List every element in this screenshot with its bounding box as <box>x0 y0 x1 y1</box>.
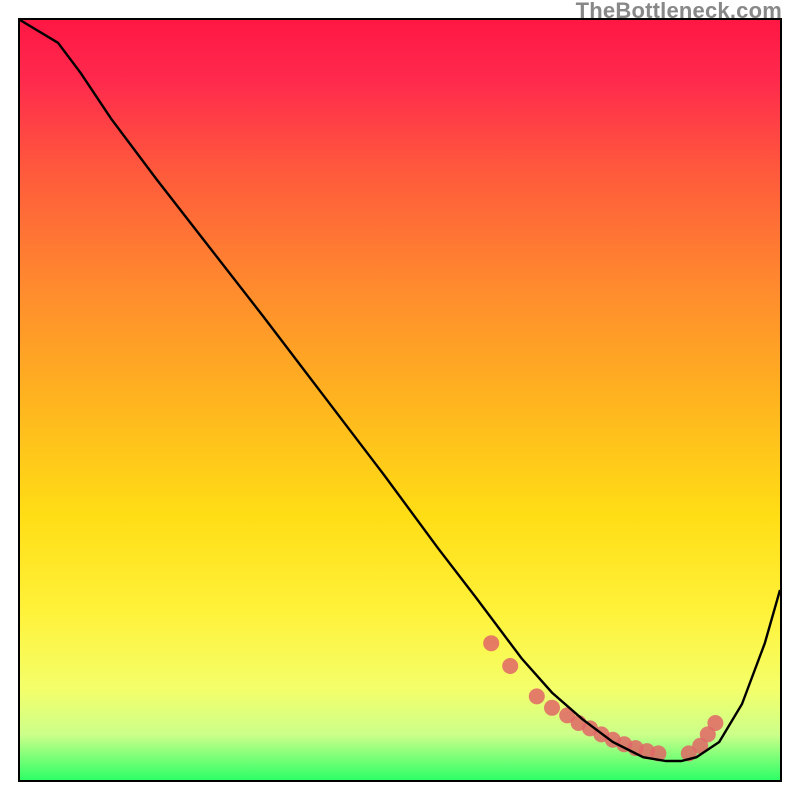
marker-dot <box>502 658 518 674</box>
plot-area <box>18 18 782 782</box>
marker-dot <box>544 700 560 716</box>
marker-dot <box>529 688 545 704</box>
marker-dot <box>707 715 723 731</box>
chart-frame: TheBottleneck.com <box>0 0 800 800</box>
plot-svg <box>20 20 780 780</box>
marker-dot <box>483 635 499 651</box>
gradient-background <box>20 20 780 780</box>
